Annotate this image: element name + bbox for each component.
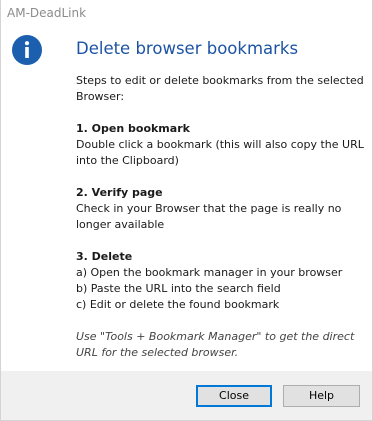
step-1-title: 1. Open bookmark — [76, 122, 190, 135]
step-1-text: Double click a bookmark (this will also … — [76, 138, 364, 151]
step-2-title: 2. Verify page — [76, 186, 163, 199]
step-2-text: Check in your Browser that the page is r… — [76, 202, 342, 215]
step-3-text: b) Paste the URL into the search field — [76, 282, 281, 295]
step-3-title: 3. Delete — [76, 250, 133, 263]
intro-text-cont: Browser: — [76, 90, 125, 103]
step-3-text: c) Edit or delete the found bookmark — [76, 298, 280, 311]
help-button[interactable]: Help — [283, 385, 360, 407]
window-title: AM-DeadLink — [7, 6, 87, 20]
note-text-cont: URL for the selected browser. — [76, 346, 239, 359]
info-icon — [12, 35, 42, 65]
dialog-window: AM-DeadLink Delete browser bookmarks Ste… — [0, 0, 373, 421]
title-bar[interactable]: AM-DeadLink — [1, 0, 372, 27]
button-bar: Close Help — [1, 371, 372, 420]
dialog-body: Steps to edit or delete bookmarks from t… — [76, 73, 364, 361]
step-2-text: longer available — [76, 218, 165, 231]
step-1-text: into the Clipboard) — [76, 154, 179, 167]
dialog-heading: Delete browser bookmarks — [76, 39, 299, 58]
intro-text: Steps to edit or delete bookmarks from t… — [76, 74, 364, 87]
step-3-text: a) Open the bookmark manager in your bro… — [76, 266, 343, 279]
close-button[interactable]: Close — [196, 385, 272, 407]
note-text: Use "Tools + Bookmark Manager" to get th… — [76, 330, 355, 343]
